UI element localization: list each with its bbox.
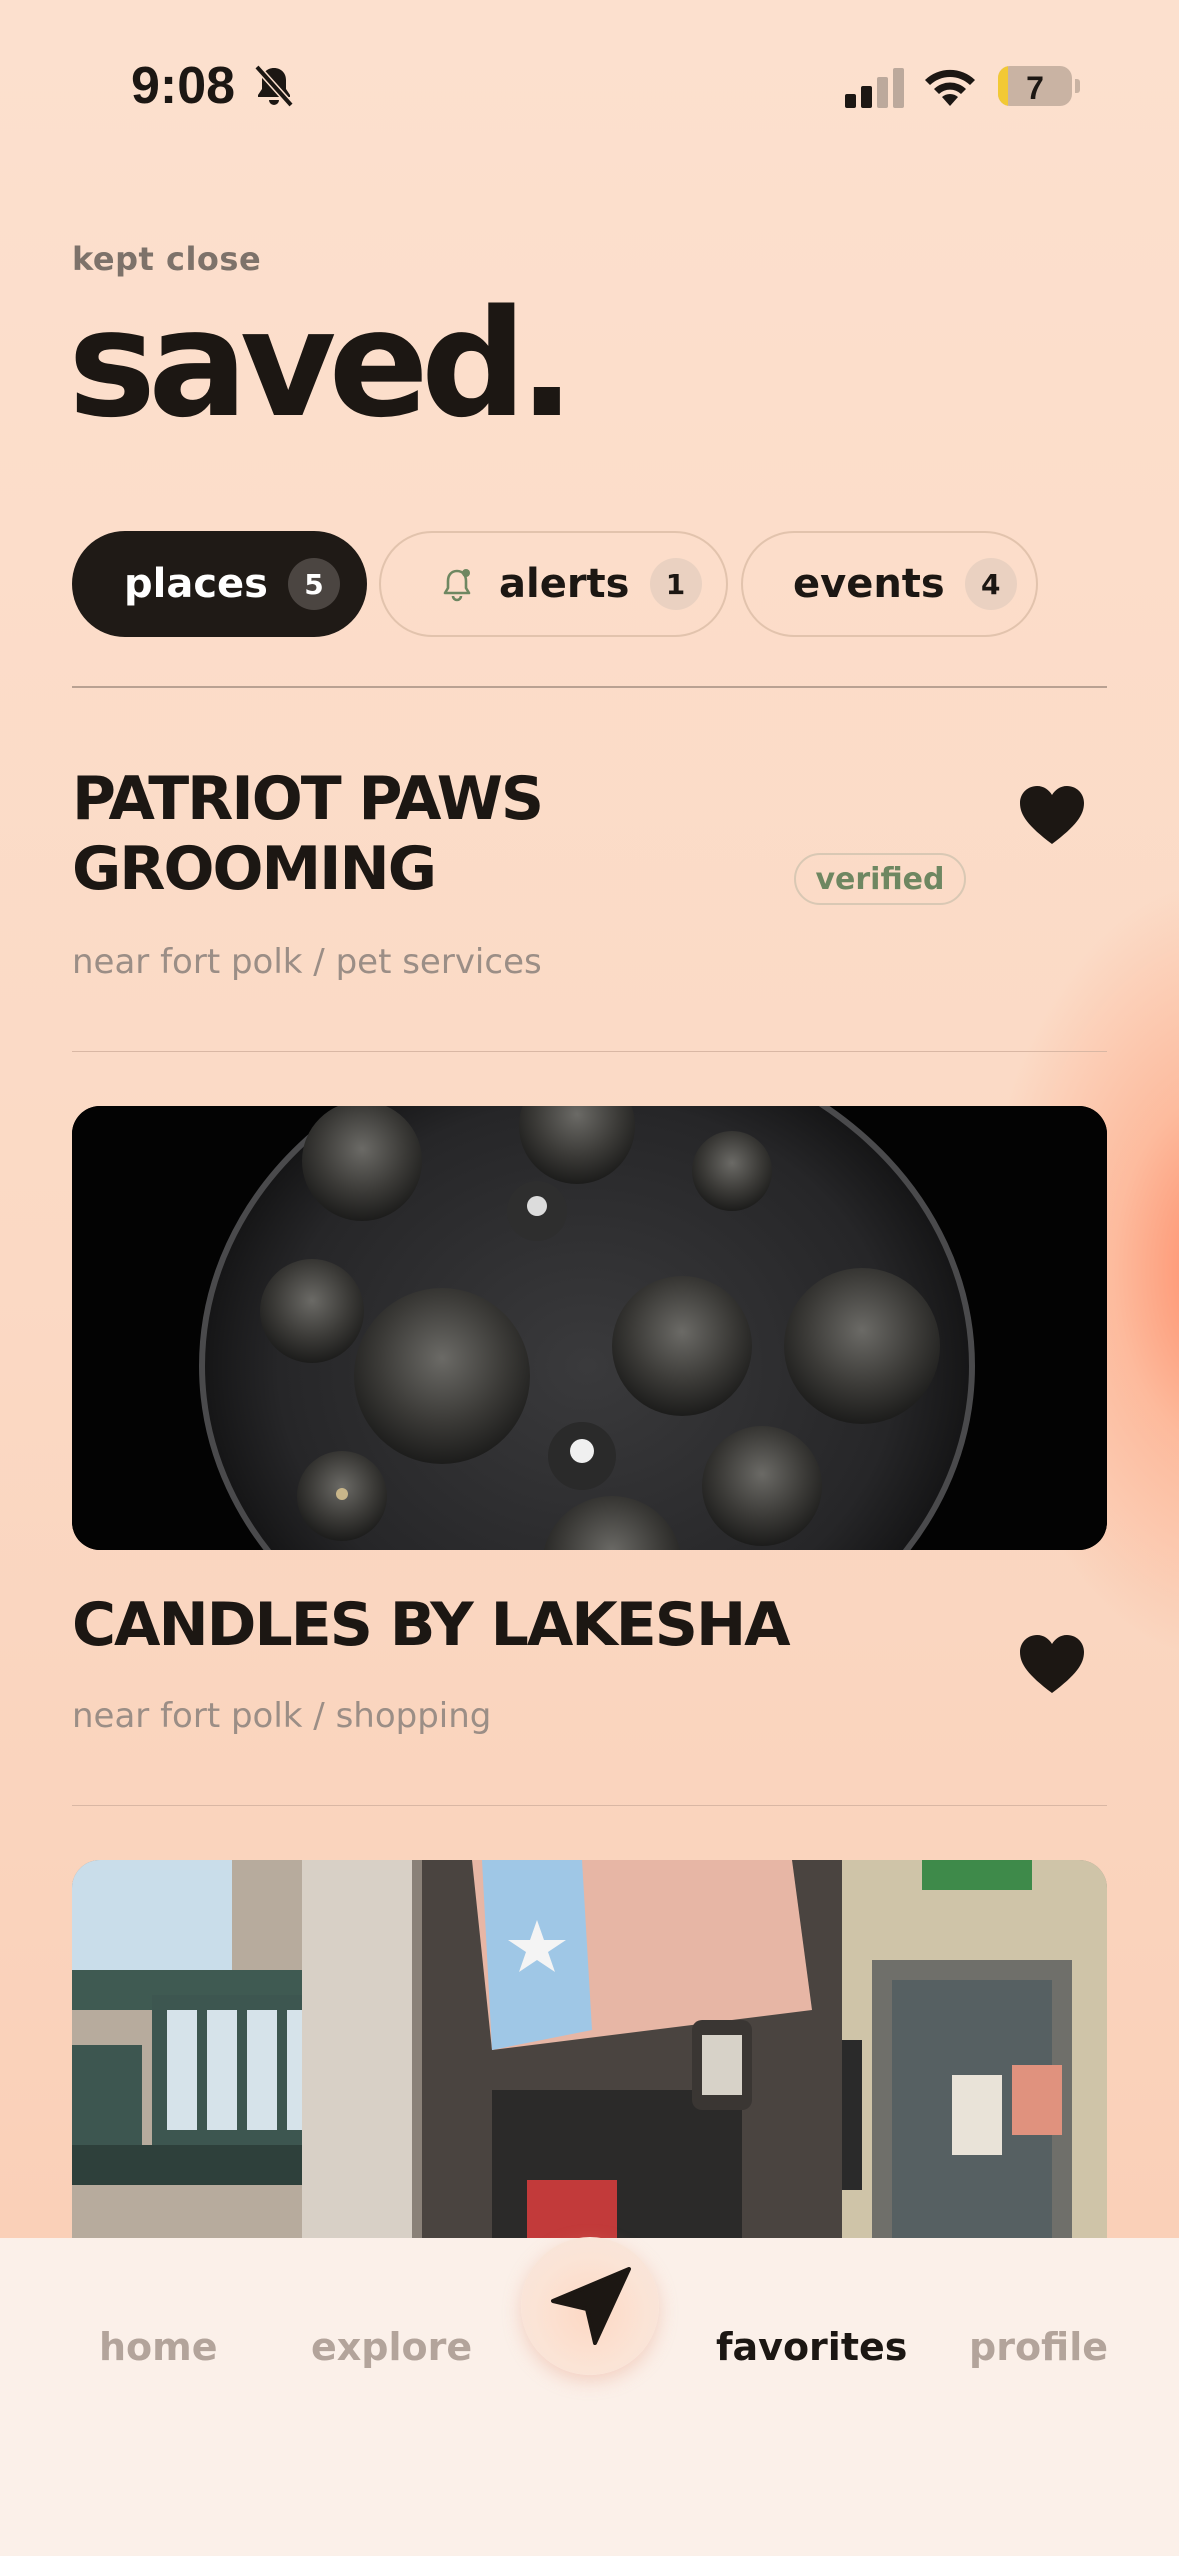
place-photo-candles[interactable] — [72, 1106, 1107, 1550]
tab-events[interactable]: events 4 — [741, 531, 1038, 637]
battery-icon: 7 — [998, 66, 1072, 106]
place-meta: near fort polk / shopping — [72, 1696, 492, 1736]
list-divider — [72, 1805, 1107, 1806]
tab-places[interactable]: places 5 — [72, 531, 367, 637]
tab-alerts[interactable]: alerts 1 — [379, 531, 728, 637]
tab-places-label: places — [124, 561, 268, 607]
heart-icon[interactable] — [1018, 784, 1086, 846]
tabs-divider — [72, 686, 1107, 688]
tab-events-label: events — [793, 561, 945, 607]
nav-explore[interactable]: explore — [311, 2325, 472, 2369]
battery-level: 7 — [1026, 70, 1044, 106]
place-meta: near fort polk / pet services — [72, 942, 542, 982]
tab-places-count: 5 — [287, 558, 340, 610]
place-name-line2: GROOMING — [72, 834, 437, 904]
tab-events-count: 4 — [964, 558, 1017, 610]
cellular-signal-icon — [845, 68, 904, 108]
page-title: saved. — [68, 278, 575, 450]
place-name-line1: PATRIOT PAWS — [72, 764, 544, 834]
status-time: 9:08 — [131, 57, 236, 115]
wifi-icon — [925, 69, 975, 106]
list-divider — [72, 1051, 1107, 1052]
verified-badge: verified — [794, 853, 966, 905]
bell-muted-icon — [254, 64, 294, 108]
page-eyebrow: kept close — [72, 240, 262, 278]
place-name: CANDLES BY LAKESHA — [72, 1590, 791, 1660]
navigation-arrow-icon — [551, 2267, 631, 2345]
navigate-button[interactable] — [521, 2237, 659, 2375]
bell-icon — [443, 569, 471, 602]
nav-home[interactable]: home — [99, 2325, 218, 2369]
place-photo-storefront[interactable] — [72, 1860, 1107, 2280]
heart-icon[interactable] — [1018, 1633, 1086, 1695]
nav-profile[interactable]: profile — [969, 2325, 1108, 2369]
tab-alerts-label: alerts — [499, 561, 630, 607]
nav-favorites[interactable]: favorites — [716, 2325, 907, 2369]
tab-alerts-count: 1 — [649, 558, 702, 610]
